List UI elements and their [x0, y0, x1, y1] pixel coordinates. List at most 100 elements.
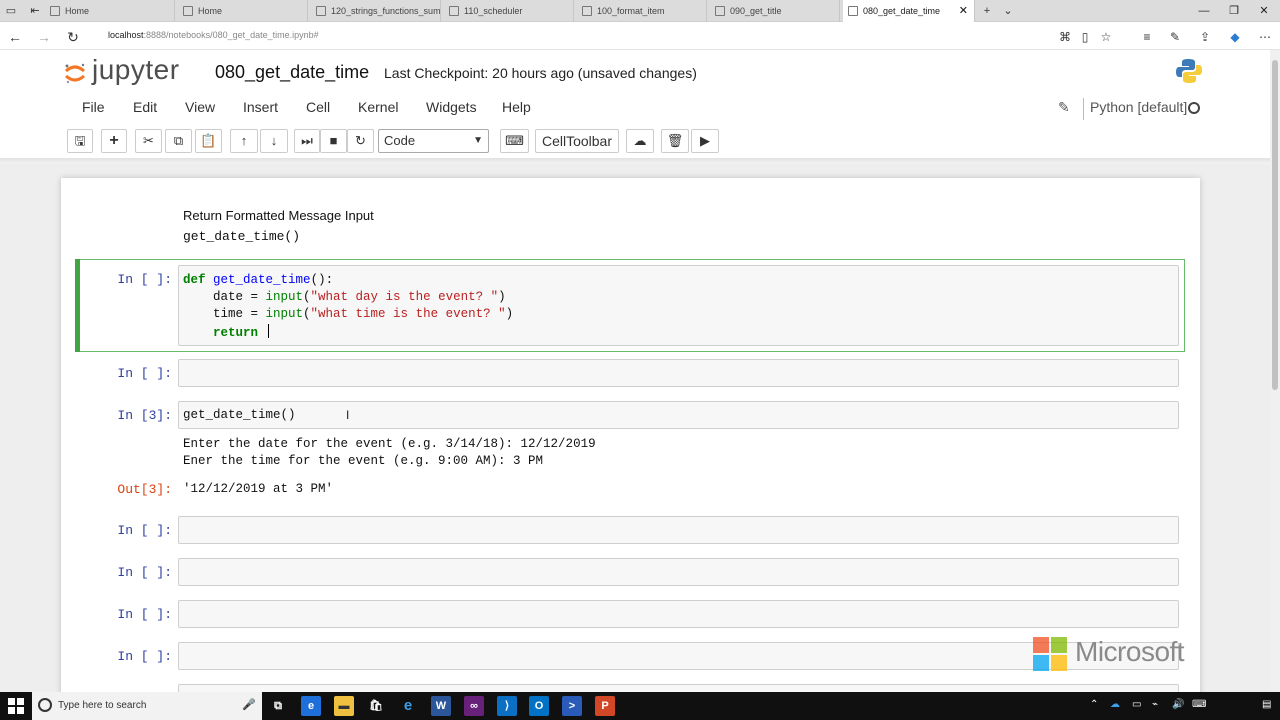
- url-host: localhost: [108, 30, 144, 40]
- back-icon[interactable]: ←: [5, 27, 25, 47]
- web-note-icon[interactable]: ✎: [1166, 28, 1184, 46]
- restart-icon[interactable]: ↻: [347, 129, 374, 153]
- kernel-idle-indicator-icon: [1188, 102, 1200, 114]
- tab-preview-icon[interactable]: ▭: [3, 3, 19, 19]
- save-icon[interactable]: 🖫: [67, 129, 93, 153]
- more-icon[interactable]: ⋯: [1256, 28, 1274, 46]
- taskbar-search-box[interactable]: Type here to search 🎤: [32, 692, 262, 720]
- microsoft-watermark-text: Microsoft: [1075, 636, 1185, 667]
- cell-prompt: In [ ]:: [117, 366, 172, 381]
- cell-type-select[interactable]: Code ▼: [378, 129, 489, 153]
- onedrive-icon[interactable]: ☁: [1110, 699, 1120, 710]
- reading-view-icon[interactable]: ▯: [1076, 28, 1094, 46]
- action-center-icon[interactable]: ▤: [1262, 699, 1271, 710]
- jupyter-logo-mark: [65, 63, 85, 84]
- browser-tab[interactable]: 120_strings_functions_sumn: [311, 0, 441, 22]
- display-icon[interactable]: ▭: [1132, 699, 1141, 710]
- tab-label: 090_get_title: [730, 6, 782, 16]
- cloud-upload-icon[interactable]: ☁: [626, 129, 654, 153]
- menu-help[interactable]: Help: [502, 99, 531, 115]
- menu-widgets[interactable]: Widgets: [426, 99, 477, 115]
- windows-start-icon[interactable]: [8, 698, 24, 714]
- menu-view[interactable]: View: [185, 99, 215, 115]
- trash-icon[interactable]: 🗑: [661, 129, 689, 153]
- code-text: date =: [183, 290, 266, 304]
- store-icon[interactable]: 🛍: [366, 696, 386, 716]
- celltoolbar-button[interactable]: CellToolbar: [535, 129, 619, 153]
- vscode-icon[interactable]: ⟩: [497, 696, 517, 716]
- menu-edit[interactable]: Edit: [133, 99, 157, 115]
- share-icon[interactable]: ⇪: [1196, 28, 1214, 46]
- code-input-area[interactable]: [178, 642, 1179, 670]
- powershell-icon[interactable]: >: [562, 696, 582, 716]
- network-icon[interactable]: ⌁: [1152, 699, 1158, 710]
- interrupt-icon[interactable]: ■: [320, 129, 347, 153]
- scrollbar-thumb[interactable]: [1272, 60, 1278, 390]
- volume-icon[interactable]: 🔊: [1172, 699, 1184, 710]
- url-field[interactable]: localhost:8888/notebooks/080_get_date_ti…: [108, 30, 319, 40]
- browser-tab[interactable]: 090_get_title: [710, 0, 840, 22]
- forward-icon[interactable]: →: [34, 27, 54, 47]
- tray-chevron-icon[interactable]: ⌃: [1090, 699, 1098, 710]
- ie-icon[interactable]: e: [301, 696, 321, 716]
- outlook-icon[interactable]: O: [529, 696, 549, 716]
- python-logo-icon: [1176, 59, 1202, 83]
- address-bar: ← → ↻ localhost:8888/notebooks/080_get_d…: [0, 23, 1280, 50]
- powerpoint-icon[interactable]: P: [595, 696, 615, 716]
- jupyter-logo[interactable]: jupyter: [64, 54, 204, 88]
- browser-tab[interactable]: Home: [178, 0, 308, 22]
- restore-icon[interactable]: ❐: [1218, 0, 1250, 22]
- menu-kernel[interactable]: Kernel: [358, 99, 398, 115]
- tab-label: 110_scheduler: [464, 6, 523, 16]
- page-icon: [715, 6, 725, 16]
- hub-icon[interactable]: ≡: [1138, 28, 1156, 46]
- edge-icon[interactable]: e: [398, 696, 418, 716]
- minimize-icon[interactable]: —: [1188, 0, 1220, 22]
- browser-tab-active[interactable]: 080_get_date_time ✕: [843, 0, 975, 22]
- insert-cell-icon[interactable]: +: [101, 129, 127, 153]
- menu-file[interactable]: File: [82, 99, 105, 115]
- close-tab-icon[interactable]: ✕: [959, 0, 968, 22]
- browser-tab[interactable]: Home: [45, 0, 175, 22]
- new-tab-icon[interactable]: +: [980, 3, 994, 19]
- page-icon: [449, 6, 459, 16]
- tab-list-chevron-icon[interactable]: ⌄: [1000, 3, 1016, 19]
- file-explorer-icon[interactable]: ▬: [334, 696, 354, 716]
- edit-mode-pencil-icon: ✎: [1058, 99, 1070, 115]
- microphone-icon[interactable]: 🎤: [242, 698, 256, 711]
- move-up-icon[interactable]: ↑: [230, 129, 258, 153]
- word-icon[interactable]: W: [431, 696, 451, 716]
- keyboard-language-icon[interactable]: ⌨: [1192, 699, 1206, 710]
- visual-studio-icon[interactable]: ∞: [464, 696, 484, 716]
- refresh-icon[interactable]: ↻: [63, 27, 83, 47]
- extension-icon[interactable]: ◆: [1226, 28, 1244, 46]
- notebook-name[interactable]: 080_get_date_time: [215, 62, 369, 83]
- paste-icon[interactable]: 📋: [195, 129, 222, 153]
- checkpoint-status: Last Checkpoint: 20 hours ago (unsaved c…: [384, 65, 697, 81]
- code-string: "what day is the event? ": [310, 290, 499, 304]
- code-input-area[interactable]: [178, 558, 1179, 586]
- menu-insert[interactable]: Insert: [243, 99, 278, 115]
- code-keyword: def: [183, 273, 206, 287]
- task-view-icon[interactable]: ⧉: [268, 696, 288, 716]
- keyboard-icon[interactable]: ⌨: [500, 129, 529, 153]
- code-input-area[interactable]: [178, 401, 1179, 429]
- run-cell-icon[interactable]: ⏭: [294, 129, 320, 153]
- code-builtin: input: [265, 290, 304, 304]
- cut-icon[interactable]: ✂: [135, 129, 162, 153]
- window-close-icon[interactable]: ✕: [1248, 0, 1280, 22]
- browser-tab[interactable]: 110_scheduler: [444, 0, 574, 22]
- favorite-star-icon[interactable]: ☆: [1097, 28, 1115, 46]
- output-value: '12/12/2019 at 3 PM': [183, 482, 334, 496]
- move-down-icon[interactable]: ↓: [260, 129, 288, 153]
- code-input-area[interactable]: [178, 600, 1179, 628]
- copy-icon[interactable]: ⧉: [165, 129, 192, 153]
- code-input-area[interactable]: [178, 516, 1179, 544]
- browser-tab[interactable]: 100_format_item: [577, 0, 707, 22]
- share-page-icon[interactable]: ⌘: [1056, 28, 1074, 46]
- set-aside-tabs-icon[interactable]: ⇤: [27, 3, 43, 19]
- code-input-area[interactable]: [178, 359, 1179, 387]
- youtube-icon[interactable]: ▶: [691, 129, 719, 153]
- menu-cell[interactable]: Cell: [306, 99, 330, 115]
